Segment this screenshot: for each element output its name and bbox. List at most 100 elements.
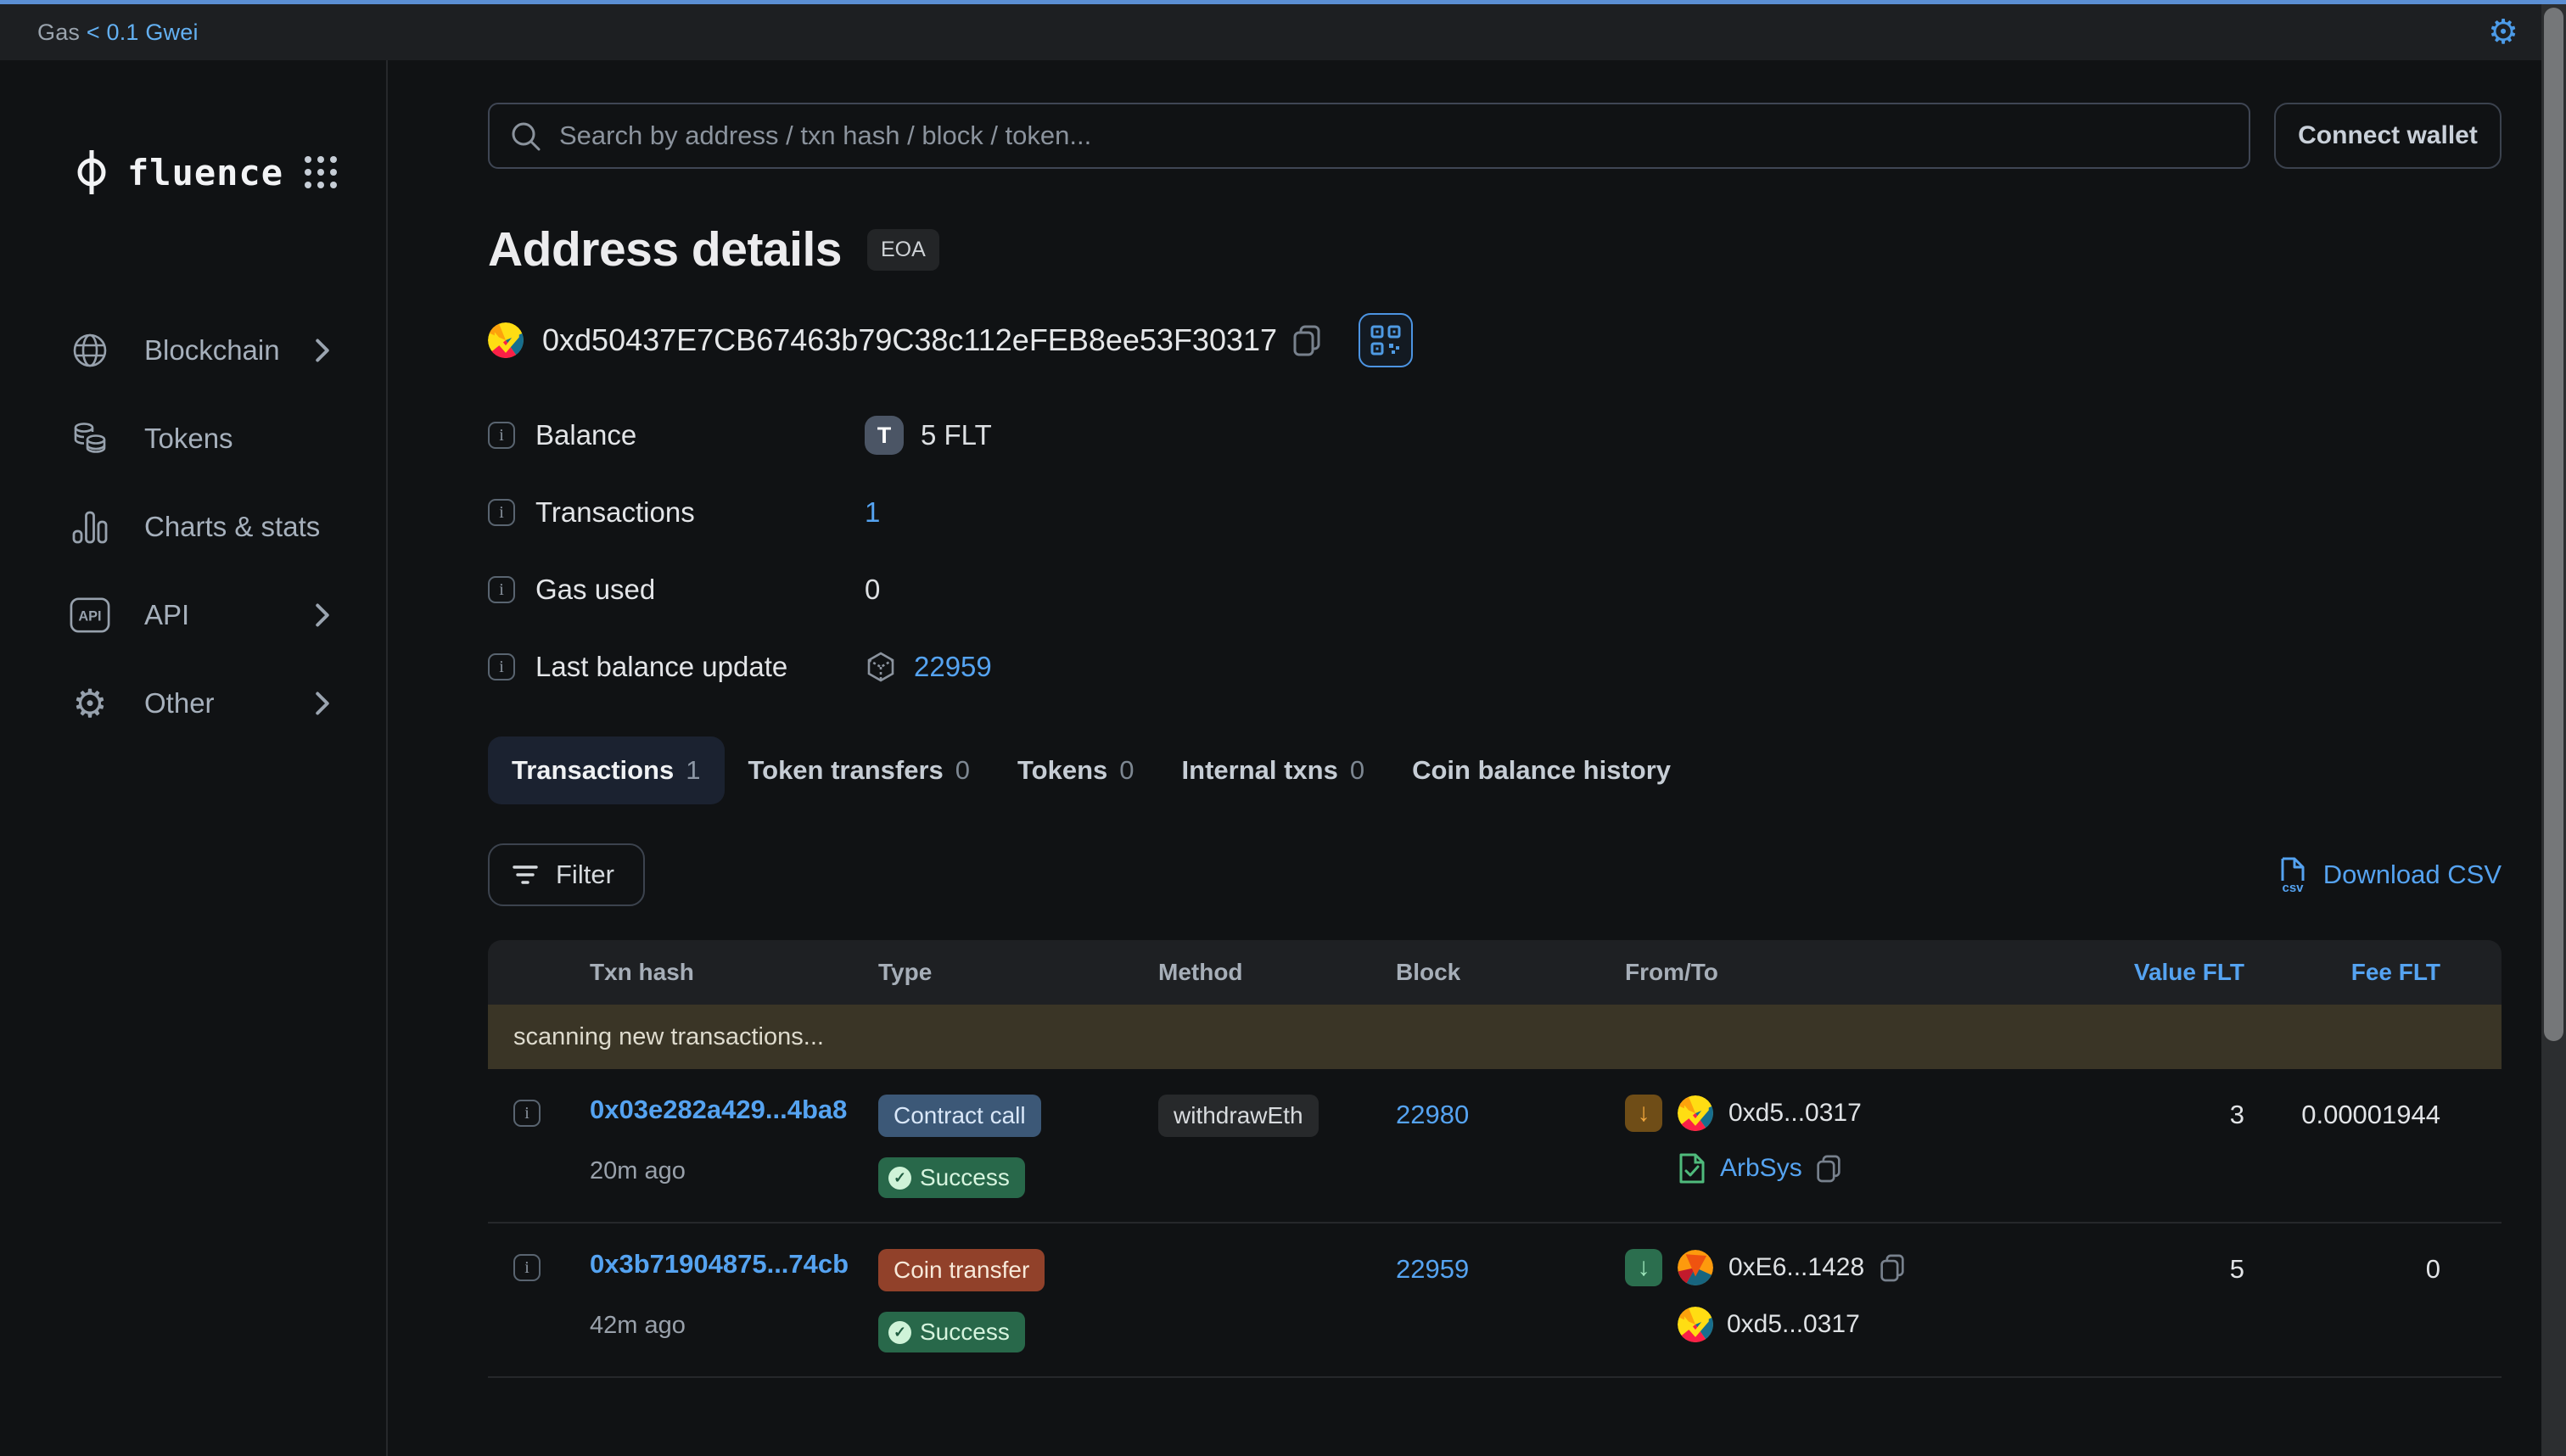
chevron-right-icon: [311, 602, 333, 628]
sidebar: fluence Blockchain: [0, 60, 388, 1456]
search-input[interactable]: [488, 103, 2250, 169]
from-address-link[interactable]: 0xE6...1428: [1728, 1253, 1864, 1282]
address-avatar: [1678, 1095, 1713, 1131]
address-avatar: [488, 322, 524, 358]
scrollbar-thumb[interactable]: [2544, 8, 2563, 1041]
address-avatar: [1678, 1307, 1713, 1342]
to-contract-link[interactable]: ArbSys: [1720, 1154, 1802, 1183]
sidebar-item-label: Blockchain: [144, 334, 311, 367]
copy-icon[interactable]: [1292, 324, 1321, 356]
scrollbar[interactable]: [2541, 4, 2566, 1456]
txn-type-badge: Coin transfer: [878, 1249, 1045, 1291]
table-header: Txn hash Type Method Block From/To Value…: [488, 940, 2502, 1005]
info-icon[interactable]: i: [488, 576, 515, 603]
col-value[interactable]: Value FLT: [2015, 959, 2244, 986]
col-method: Method: [1158, 959, 1396, 986]
sidebar-item-label: Tokens: [144, 423, 333, 455]
txn-fee: 0.00001944: [2244, 1095, 2502, 1130]
check-icon: ✓: [888, 1321, 911, 1344]
txn-info-icon[interactable]: i: [513, 1100, 541, 1127]
contract-icon: [1678, 1152, 1706, 1184]
balance-value: 5 FLT: [921, 419, 992, 451]
block-link[interactable]: 22959: [1396, 1254, 1469, 1284]
transactions-count-link[interactable]: 1: [865, 496, 880, 529]
address-hash[interactable]: 0xd50437E7CB67463b79C38c112eFEB8ee53F303…: [542, 322, 1277, 358]
settings-gear-icon[interactable]: ⚙: [2488, 15, 2518, 49]
address-type-badge: EOA: [867, 229, 939, 271]
svg-text:API: API: [78, 609, 101, 624]
tab-internal-txns[interactable]: Internal txns0: [1158, 736, 1389, 804]
info-icon[interactable]: i: [488, 653, 515, 680]
direction-in-icon: ↓: [1625, 1095, 1662, 1132]
txn-hash-link[interactable]: 0x3b71904875...74cb: [590, 1249, 878, 1280]
copy-icon[interactable]: [1880, 1253, 1905, 1282]
check-icon: ✓: [888, 1167, 911, 1190]
scanning-banner: scanning new transactions...: [488, 1005, 2502, 1069]
col-type: Type: [878, 959, 1158, 986]
search-icon: [510, 120, 542, 153]
txn-method-badge: withdrawEth: [1158, 1095, 1319, 1137]
table-row: i 0x03e282a429...4ba8 20m ago Contract c…: [488, 1069, 2502, 1224]
txn-value: 3: [2015, 1095, 2244, 1130]
sidebar-item-tokens[interactable]: Tokens: [0, 395, 386, 483]
filter-button[interactable]: Filter: [488, 843, 645, 906]
to-address[interactable]: 0xd5...0317: [1727, 1310, 1860, 1339]
info-icon[interactable]: i: [488, 422, 515, 449]
table-row: i 0x3b71904875...74cb 42m ago Coin trans…: [488, 1224, 2502, 1378]
col-block: Block: [1396, 959, 1625, 986]
coins-icon: [70, 418, 110, 459]
block-cube-icon: [865, 651, 897, 683]
info-label: Transactions: [535, 496, 865, 529]
sidebar-item-label: Other: [144, 687, 311, 720]
address-avatar: [1678, 1250, 1713, 1285]
token-symbol-badge: T: [865, 416, 904, 455]
tab-bar: Transactions1 Token transfers0 Tokens0 I…: [488, 736, 2502, 804]
qr-code-icon: [1370, 325, 1401, 356]
sidebar-item-api[interactable]: API API: [0, 571, 386, 659]
qr-code-button[interactable]: [1359, 313, 1413, 367]
info-row-last-balance-update: i Last balance update 22959: [488, 643, 2502, 691]
bar-chart-icon: [70, 507, 110, 547]
connect-wallet-button[interactable]: Connect wallet: [2274, 103, 2502, 169]
col-txn-hash: Txn hash: [590, 959, 878, 986]
last-balance-block-link[interactable]: 22959: [914, 651, 992, 683]
info-icon[interactable]: i: [488, 499, 515, 526]
top-bar: Gas < 0.1 Gwei ⚙: [0, 4, 2566, 60]
globe-icon: [70, 330, 110, 371]
transactions-table: Txn hash Type Method Block From/To Value…: [488, 940, 2502, 1378]
info-row-transactions: i Transactions 1: [488, 489, 2502, 536]
col-from-to: From/To: [1625, 959, 2015, 986]
copy-icon[interactable]: [1816, 1154, 1841, 1183]
txn-value: 5: [2015, 1249, 2244, 1285]
download-csv-link[interactable]: csv Download CSV: [2276, 856, 2502, 893]
block-link[interactable]: 22980: [1396, 1100, 1469, 1129]
txn-status-badge: ✓ Success: [878, 1157, 1025, 1198]
apps-grid-icon[interactable]: [305, 156, 337, 188]
info-row-gas-used: i Gas used 0: [488, 566, 2502, 613]
txn-hash-link[interactable]: 0x03e282a429...4ba8: [590, 1095, 878, 1125]
brand-name[interactable]: fluence: [127, 152, 305, 193]
filter-icon: [512, 862, 539, 888]
sidebar-item-blockchain[interactable]: Blockchain: [0, 306, 386, 395]
sidebar-item-charts-stats[interactable]: Charts & stats: [0, 483, 386, 571]
api-icon: API: [70, 595, 110, 636]
txn-status-badge: ✓ Success: [878, 1312, 1025, 1352]
tab-coin-balance-history[interactable]: Coin balance history: [1388, 736, 1695, 804]
gas-used-value: 0: [865, 574, 880, 606]
gas-tracker[interactable]: Gas < 0.1 Gwei: [37, 20, 199, 46]
sidebar-item-other[interactable]: ⚙ Other: [0, 659, 386, 748]
gear-icon: ⚙: [70, 683, 110, 724]
chevron-right-icon: [311, 338, 333, 363]
sidebar-item-label: API: [144, 599, 311, 631]
txn-info-icon[interactable]: i: [513, 1254, 541, 1281]
tab-token-transfers[interactable]: Token transfers0: [725, 736, 994, 804]
fluence-logo-icon: [70, 148, 114, 196]
tab-tokens[interactable]: Tokens0: [994, 736, 1157, 804]
main-content: Connect wallet Address details EOA 0xd50…: [388, 60, 2566, 1456]
tab-transactions[interactable]: Transactions1: [488, 736, 725, 804]
txn-type-badge: Contract call: [878, 1095, 1041, 1137]
col-fee[interactable]: Fee FLT: [2244, 959, 2502, 986]
txn-fee: 0: [2244, 1249, 2502, 1285]
from-address[interactable]: 0xd5...0317: [1728, 1099, 1862, 1128]
direction-in-icon: ↓: [1625, 1249, 1662, 1286]
